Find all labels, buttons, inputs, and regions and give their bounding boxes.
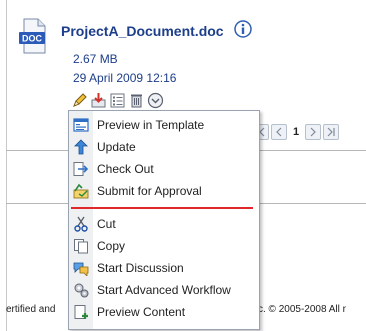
highlight-underline <box>71 207 253 209</box>
menu-item-cut[interactable]: Cut <box>69 213 259 235</box>
submit-approval-icon <box>69 183 93 199</box>
document-actions-menu: Preview in Template Update Check Out Sub… <box>68 110 260 330</box>
discussion-icon <box>69 260 93 276</box>
footer-text-left: ertified and <box>6 304 56 315</box>
menu-item-label: Update <box>97 140 136 154</box>
menu-item-label: Copy <box>97 239 126 253</box>
properties-icon[interactable] <box>109 92 126 109</box>
frame-left-border <box>6 0 7 331</box>
more-actions-icon[interactable] <box>147 92 164 109</box>
workflow-icon <box>69 282 93 298</box>
preview-content-icon <box>69 304 93 320</box>
menu-item-start-advanced-workflow[interactable]: Start Advanced Workflow <box>69 279 259 301</box>
menu-item-label: Preview in Template <box>97 118 205 132</box>
check-out-icon <box>69 161 93 177</box>
menu-item-copy[interactable]: Copy <box>69 235 259 257</box>
next-page-button[interactable] <box>305 124 321 140</box>
prev-page-button[interactable] <box>271 124 287 140</box>
edit-icon[interactable] <box>71 92 88 109</box>
doc-file-icon[interactable]: DOC <box>18 17 48 55</box>
current-page-number: 1 <box>292 126 300 138</box>
menu-item-label: Check Out <box>97 162 154 176</box>
copy-icon <box>69 238 93 254</box>
menu-item-label: Start Advanced Workflow <box>97 283 231 297</box>
menu-item-label: Preview Content <box>97 305 186 319</box>
menu-item-label: Start Discussion <box>97 261 184 275</box>
cut-icon <box>69 216 93 232</box>
update-icon <box>69 139 93 155</box>
document-size: 2.67 MB <box>73 52 118 66</box>
menu-item-update[interactable]: Update <box>69 136 259 158</box>
menu-item-preview-in-template[interactable]: Preview in Template <box>69 114 259 136</box>
svg-text:DOC: DOC <box>22 34 43 44</box>
download-icon[interactable] <box>90 92 107 109</box>
pager: 1 <box>253 124 339 140</box>
menu-item-start-discussion[interactable]: Start Discussion <box>69 257 259 279</box>
menu-item-submit-for-approval[interactable]: Submit for Approval <box>69 180 259 202</box>
info-icon[interactable] <box>234 20 252 38</box>
menu-item-label: Submit for Approval <box>97 184 202 198</box>
document-toolbar <box>71 90 164 110</box>
document-date: 29 April 2009 12:16 <box>73 71 177 85</box>
menu-item-check-out[interactable]: Check Out <box>69 158 259 180</box>
document-title-link[interactable]: ProjectA_Document.doc <box>61 23 224 39</box>
menu-item-preview-content[interactable]: Preview Content <box>69 301 259 323</box>
delete-icon[interactable] <box>128 92 145 109</box>
preview-template-icon <box>69 117 93 133</box>
last-page-button[interactable] <box>323 124 339 140</box>
footer-copyright: c. © 2005-2008 All r <box>258 304 346 315</box>
menu-item-label: Cut <box>97 217 116 231</box>
